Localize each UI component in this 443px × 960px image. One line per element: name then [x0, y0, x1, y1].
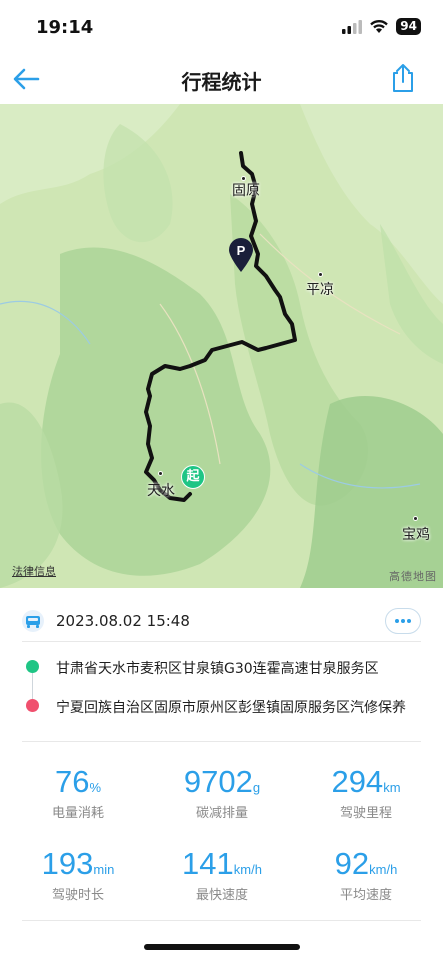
stat-label: 驾驶时长 — [51, 888, 104, 903]
divider — [22, 641, 421, 642]
map-terrain — [0, 104, 443, 588]
page-title: 行程统计 — [181, 70, 262, 94]
stat-value: 141 — [182, 846, 234, 881]
stat-label: 电量消耗 — [51, 806, 104, 821]
trip-datetime: 2023.08.02 15:48 — [56, 612, 190, 630]
stat-value: 294 — [331, 764, 384, 799]
stat-battery: 76% 电量消耗 — [4, 764, 152, 821]
stat-value: 9702 — [183, 764, 253, 799]
city-label-pingliang: 平凉 — [306, 282, 334, 298]
stat-value: 92 — [334, 846, 370, 881]
city-label-guyuan: 固原 — [232, 183, 260, 199]
stat-unit: km — [383, 780, 401, 795]
status-time: 19:14 — [36, 17, 94, 38]
city-label-baoji: 宝鸡 — [402, 527, 430, 543]
stat-value: 193 — [41, 846, 94, 881]
stat-unit: km/h — [233, 862, 262, 877]
map-provider-logo: 高德地图 — [389, 570, 437, 583]
wifi-icon — [370, 19, 389, 33]
route-info: 甘肃省天水市麦积区甘泉镇G30连霍高速甘泉服务区 宁夏回族自治区固原市原州区彭堡… — [22, 660, 433, 730]
legal-info-link[interactable]: 法律信息 — [12, 563, 56, 579]
signal-icon — [342, 19, 363, 34]
divider — [22, 741, 421, 742]
share-button[interactable] — [389, 62, 417, 94]
date-row: 2023.08.02 15:48 — [22, 606, 421, 638]
more-dots-icon — [395, 619, 411, 623]
stat-unit: min — [93, 862, 115, 877]
stat-carbon: 9702g 碳减排量 — [148, 764, 296, 821]
car-icon — [22, 610, 44, 632]
stat-max-speed: 141km/h 最快速度 — [148, 846, 296, 903]
trip-map[interactable]: P 固原 平凉 天水 宝鸡 起 法律信息 高德地图 — [0, 104, 443, 588]
city-dot-pingliang — [318, 272, 323, 277]
stat-unit: g — [252, 780, 261, 795]
share-icon — [393, 64, 413, 92]
city-dot-baoji — [413, 516, 418, 521]
stat-label: 最快速度 — [195, 888, 248, 903]
stat-unit: % — [89, 780, 102, 795]
svg-text:P: P — [237, 243, 246, 258]
stat-value: 76 — [54, 764, 90, 799]
status-bar: 19:14 94 — [0, 0, 443, 52]
stat-avg-speed: 92km/h 平均速度 — [292, 846, 440, 903]
end-location: 宁夏回族自治区固原市原州区彭堡镇固原服务区汽修保养 — [56, 700, 406, 716]
city-dot-tianshui — [158, 471, 163, 476]
stat-label: 驾驶里程 — [339, 806, 392, 821]
parking-icon: P — [229, 238, 253, 272]
divider — [22, 920, 421, 921]
start-marker: 起 — [181, 465, 205, 489]
home-indicator[interactable] — [144, 944, 300, 950]
status-icons: 94 — [342, 18, 421, 35]
stat-label: 碳减排量 — [195, 806, 248, 821]
stat-label: 平均速度 — [339, 888, 392, 903]
trip-card: 2023.08.02 15:48 甘肃省天水市麦积区甘泉镇G30连霍高速甘泉服务… — [0, 588, 443, 960]
nav-bar: 行程统计 — [0, 56, 443, 102]
stat-distance: 294km 驾驶里程 — [292, 764, 440, 821]
end-dot — [26, 699, 39, 712]
stat-duration: 193min 驾驶时长 — [4, 846, 152, 903]
stat-unit: km/h — [369, 862, 398, 877]
city-label-tianshui: 天水 — [147, 483, 175, 499]
start-dot — [26, 660, 39, 673]
more-button[interactable] — [385, 608, 421, 634]
route-connector — [32, 673, 33, 699]
start-location: 甘肃省天水市麦积区甘泉镇G30连霍高速甘泉服务区 — [56, 661, 379, 677]
battery-icon: 94 — [396, 18, 421, 35]
